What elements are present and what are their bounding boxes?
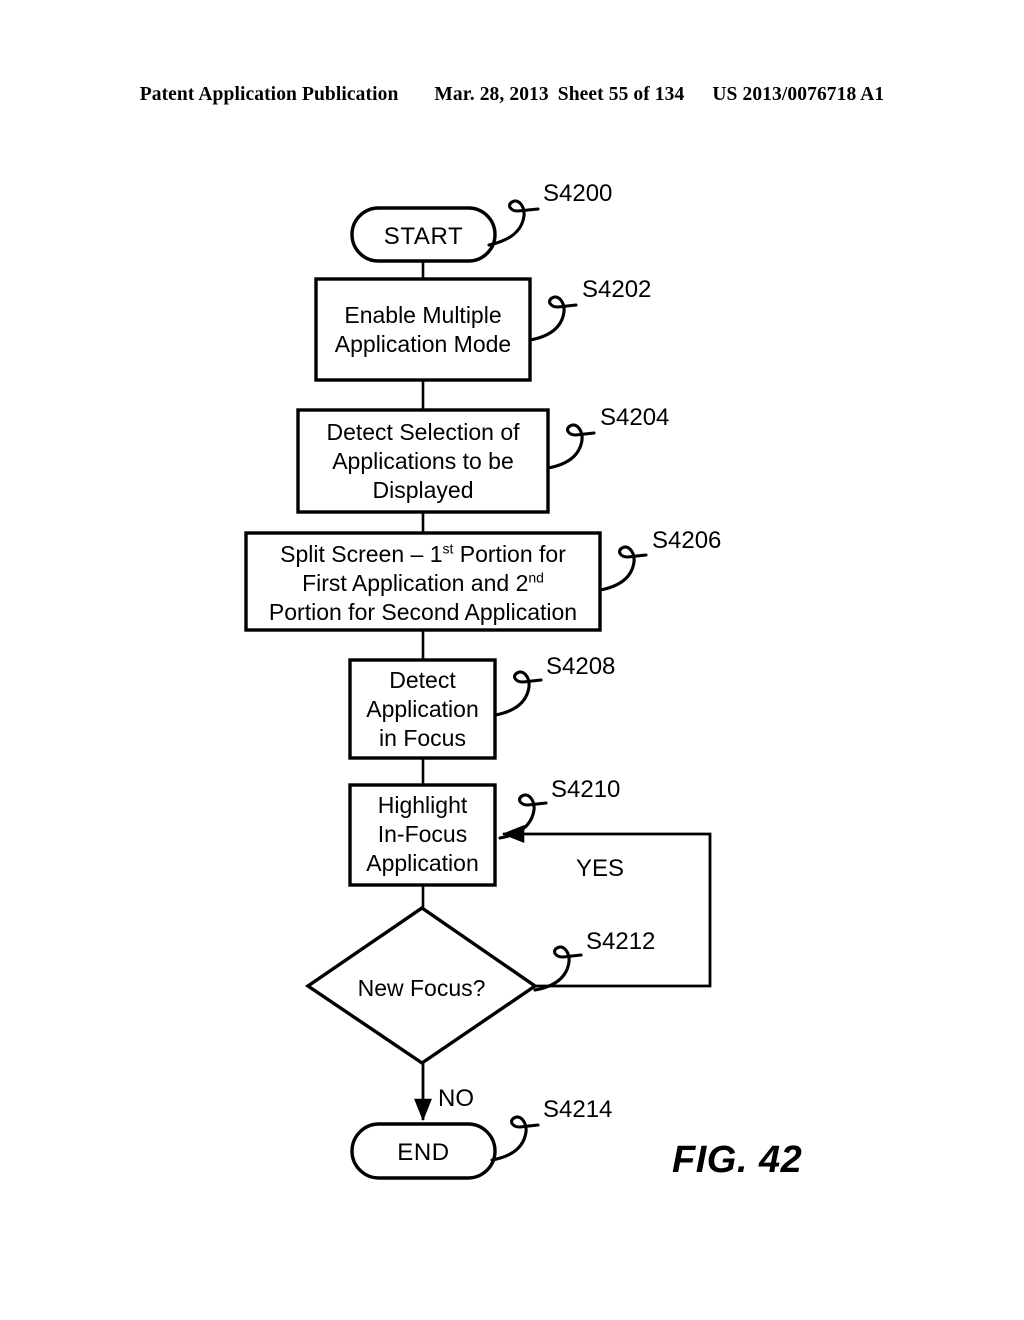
- node-label-enable-multiple-application-mode: Enable Multiple Application Mode: [334, 302, 512, 357]
- ref-label-s4208: S4208: [546, 653, 616, 680]
- leader-line-s4206: [598, 545, 648, 592]
- leader-line-s4204: [546, 423, 596, 470]
- split-screen-line-3: Portion for Second Application: [268, 599, 578, 625]
- leader-line-s4212: [533, 945, 583, 992]
- node-label-end: END: [397, 1139, 450, 1166]
- branch-label-no: NO: [438, 1085, 474, 1112]
- ref-label-s4200: S4200: [543, 180, 613, 207]
- ref-label-s4210: S4210: [551, 776, 621, 803]
- node-label-split-screen: Split Screen – 1st Portion for First Appl…: [246, 540, 600, 627]
- ref-label-s4202: S4202: [582, 276, 652, 303]
- flowchart-svg: [244, 199, 712, 1180]
- leader-line-s4210: [498, 793, 548, 840]
- split-screen-line-1: Split Screen – 1st Portion for: [280, 540, 566, 567]
- node-label-detect-selection-of-applications: Detect Selection of Applications to be D…: [326, 419, 520, 503]
- ref-label-s4214: S4214: [543, 1096, 613, 1123]
- flowchart-figure: START Enable Multiple Application Mode D…: [0, 0, 1024, 1320]
- node-label-start: START: [383, 223, 464, 250]
- node-label-new-focus-decision: New Focus?: [357, 975, 486, 1001]
- leader-line-s4208: [493, 670, 543, 717]
- leader-line-s4202: [528, 295, 578, 342]
- ref-label-s4204: S4204: [600, 404, 670, 431]
- ref-label-s4206: S4206: [652, 527, 722, 554]
- ref-label-s4212: S4212: [586, 928, 656, 955]
- branch-label-yes: YES: [576, 855, 625, 882]
- node-label-detect-application-in-focus: Detect Application in Focus: [366, 667, 479, 751]
- node-label-highlight-in-focus-application: Highlight In-Focus Application: [366, 792, 479, 876]
- figure-caption: FIG. 42: [672, 1139, 803, 1181]
- leader-line-s4214: [490, 1115, 540, 1162]
- split-screen-line-2: First Application and 2nd: [302, 569, 544, 596]
